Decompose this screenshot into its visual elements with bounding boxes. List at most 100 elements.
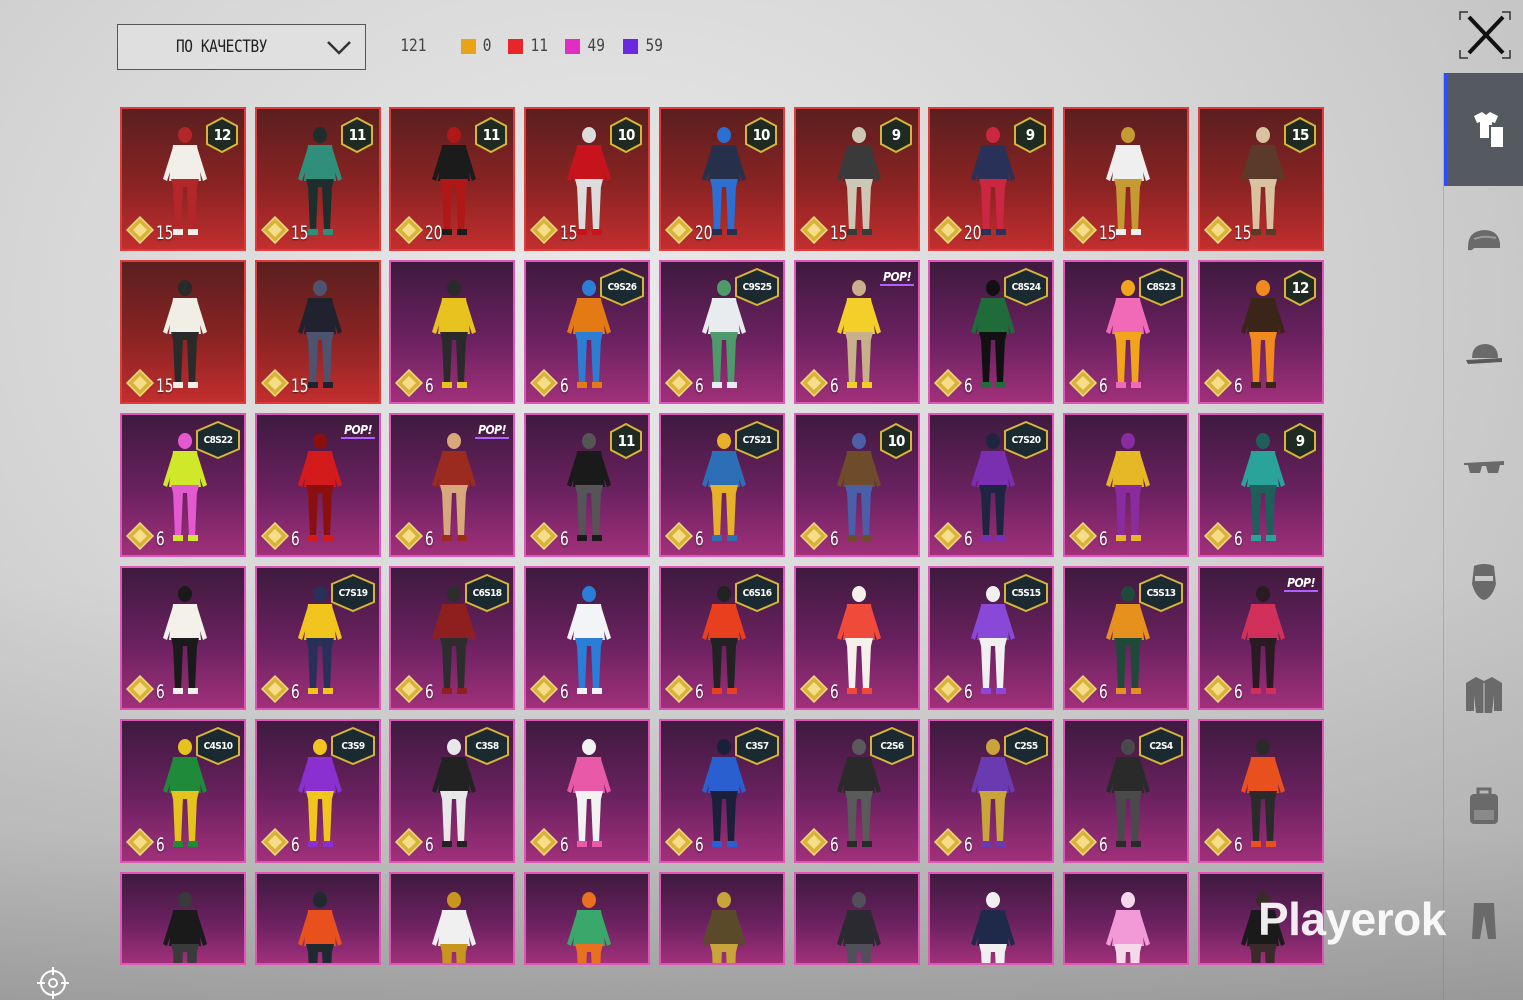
inventory-item[interactable]: C5S15 6: [928, 566, 1054, 710]
inventory-item[interactable]: [659, 872, 785, 965]
currency-diamond-icon: [395, 522, 423, 550]
inventory-item[interactable]: 6: [524, 719, 650, 863]
item-price: 6: [156, 528, 165, 550]
inventory-item[interactable]: 10 15: [524, 107, 650, 251]
inventory-item[interactable]: 15: [1063, 107, 1189, 251]
sort-dropdown[interactable]: ПО КАЧЕСТВУ: [117, 24, 366, 70]
inventory-item[interactable]: 6: [794, 566, 920, 710]
inventory-item[interactable]: C7S21 6: [659, 413, 785, 557]
inventory-item[interactable]: 6: [1063, 413, 1189, 557]
season-badge: C9S25: [742, 281, 772, 293]
season-badge: C2S4: [1149, 740, 1173, 752]
item-price: 20: [695, 222, 713, 244]
season-badge: C7S19: [338, 587, 368, 599]
close-icon: [1459, 11, 1511, 59]
season-badge: C3S7: [745, 740, 769, 752]
crosshair-icon[interactable]: [36, 966, 70, 1000]
inventory-item[interactable]: POP! 6: [255, 413, 381, 557]
inventory-item[interactable]: C6S16 6: [659, 566, 785, 710]
inventory-item[interactable]: POP! 6: [389, 413, 515, 557]
item-price: 6: [291, 834, 300, 856]
sidebar-backpack-tab[interactable]: [1444, 751, 1523, 864]
inventory-item[interactable]: 6: [120, 566, 246, 710]
currency-diamond-icon: [665, 369, 693, 397]
season-badge: C4S10: [203, 740, 233, 752]
inventory-item[interactable]: 15 15: [1198, 107, 1324, 251]
season-badge: C5S13: [1146, 587, 1176, 599]
item-price: 6: [830, 375, 839, 397]
inventory-item[interactable]: POP! 6: [794, 260, 920, 404]
sidebar-hat-tab[interactable]: [1444, 299, 1523, 412]
inventory-item[interactable]: C2S5 6: [928, 719, 1054, 863]
inventory-item[interactable]: POP! 6: [1198, 566, 1324, 710]
inventory-item[interactable]: C5S13 6: [1063, 566, 1189, 710]
inventory-item[interactable]: C2S6 6: [794, 719, 920, 863]
inventory-item[interactable]: C8S24 6: [928, 260, 1054, 404]
item-price: 6: [964, 375, 973, 397]
item-price: 15: [560, 222, 578, 244]
inventory-item[interactable]: C2S4 6: [1063, 719, 1189, 863]
outfit-figure: [1106, 892, 1150, 963]
inventory-item[interactable]: 6: [1198, 719, 1324, 863]
sort-dropdown-label: ПО КАЧЕСТВУ: [175, 37, 268, 57]
item-price: 15: [156, 375, 174, 397]
currency-diamond-icon: [1069, 216, 1097, 244]
inventory-item[interactable]: C8S22 6: [120, 413, 246, 557]
inventory-item[interactable]: C4S10 6: [120, 719, 246, 863]
currency-diamond-icon: [1069, 675, 1097, 703]
inventory-item[interactable]: 6: [524, 566, 650, 710]
item-price: 6: [695, 375, 704, 397]
inventory-item[interactable]: [794, 872, 920, 965]
inventory-item[interactable]: 9 15: [794, 107, 920, 251]
inventory-item[interactable]: C6S18 6: [389, 566, 515, 710]
currency-diamond-icon: [800, 369, 828, 397]
inventory-item[interactable]: C8S23 6: [1063, 260, 1189, 404]
season-badge: C6S16: [742, 587, 772, 599]
inventory-item[interactable]: C7S20 6: [928, 413, 1054, 557]
sidebar-mask-tab[interactable]: [1444, 525, 1523, 638]
close-button[interactable]: [1458, 10, 1512, 60]
inventory-item[interactable]: 9 20: [928, 107, 1054, 251]
shirt-pants-icon: [1474, 111, 1505, 149]
sidebar-jacket-tab[interactable]: [1444, 638, 1523, 751]
inventory-item[interactable]: [1063, 872, 1189, 965]
inventory-item[interactable]: 10 6: [794, 413, 920, 557]
currency-diamond-icon: [934, 369, 962, 397]
inventory-item[interactable]: 10 20: [659, 107, 785, 251]
inventory-item[interactable]: [928, 872, 1054, 965]
sidebar-helmet-tab[interactable]: [1444, 186, 1523, 299]
helmet-icon: [1468, 229, 1500, 250]
item-price: 6: [1099, 375, 1108, 397]
currency-diamond-icon: [261, 828, 289, 856]
inventory-item[interactable]: 15: [255, 260, 381, 404]
inventory-item[interactable]: 11 20: [389, 107, 515, 251]
inventory-item[interactable]: [255, 872, 381, 965]
currency-diamond-icon: [1204, 522, 1232, 550]
inventory-item[interactable]: C3S7 6: [659, 719, 785, 863]
season-badge: C9S26: [607, 281, 637, 293]
sidebar-pants-tab[interactable]: [1444, 864, 1523, 977]
inventory-item[interactable]: C3S9 6: [255, 719, 381, 863]
inventory-item[interactable]: C9S25 6: [659, 260, 785, 404]
inventory-item[interactable]: 12 6: [1198, 260, 1324, 404]
season-badge: C5S15: [1011, 587, 1041, 599]
level-badge: 12: [1291, 279, 1310, 297]
inventory-item[interactable]: C7S19 6: [255, 566, 381, 710]
currency-diamond-icon: [261, 216, 289, 244]
inventory-item[interactable]: [524, 872, 650, 965]
inventory-item[interactable]: [389, 872, 515, 965]
purple-rarity-count: 59: [645, 36, 663, 56]
sidebar-outfit-tab[interactable]: [1444, 73, 1523, 186]
inventory-item[interactable]: 11 6: [524, 413, 650, 557]
currency-diamond-icon: [395, 216, 423, 244]
sidebar-glasses-tab[interactable]: [1444, 412, 1523, 525]
inventory-item[interactable]: 6: [389, 260, 515, 404]
inventory-item[interactable]: 11 15: [255, 107, 381, 251]
inventory-item[interactable]: C9S26 6: [524, 260, 650, 404]
inventory-item[interactable]: C3S8 6: [389, 719, 515, 863]
item-price: 6: [291, 528, 300, 550]
inventory-item[interactable]: [120, 872, 246, 965]
inventory-item[interactable]: 15: [120, 260, 246, 404]
inventory-item[interactable]: 12 15: [120, 107, 246, 251]
inventory-item[interactable]: 96: [1198, 413, 1324, 557]
